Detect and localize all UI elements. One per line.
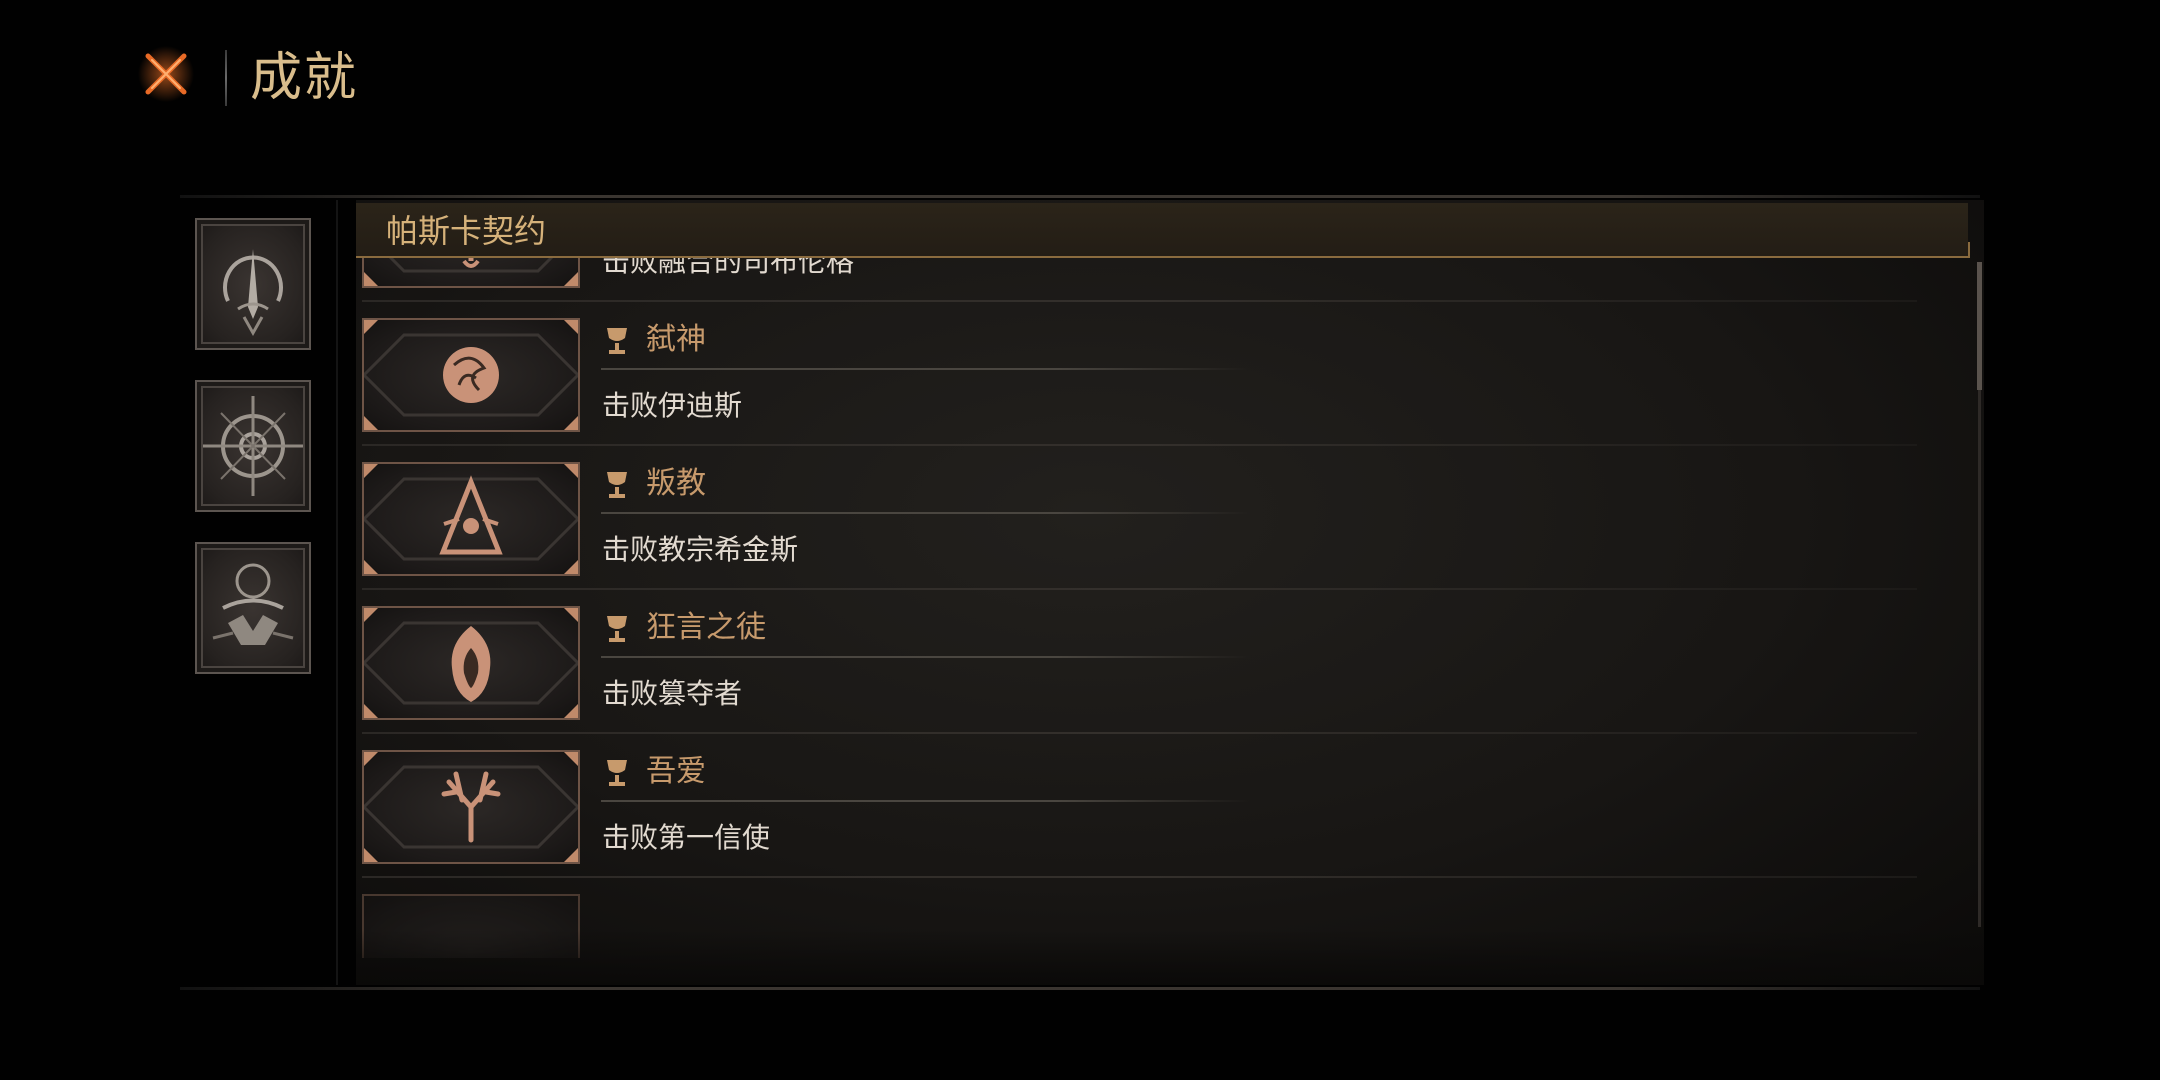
beast-sigil-icon: [212, 563, 294, 645]
trophy-icon: [607, 472, 627, 498]
close-button[interactable]: [136, 44, 196, 104]
trophy-icon: [607, 760, 627, 786]
achievement-desc: 击败伊迪斯: [602, 389, 743, 422]
achievement-badge: [362, 258, 580, 288]
category-tab-2[interactable]: [195, 380, 311, 512]
section-header: 帕斯卡契约: [356, 203, 1968, 258]
achievement-desc: 击败融合的司布伦格: [602, 258, 855, 278]
hooded-figure-icon: [451, 626, 491, 702]
frame-top-line: [180, 195, 1980, 198]
achievement-row[interactable]: 击败融合的司布伦格: [356, 258, 1917, 302]
page-title: 成就: [250, 48, 359, 108]
compass-rune-icon: [203, 396, 303, 496]
title-underline: [601, 656, 1251, 658]
achievement-row[interactable]: 吾爱 击败第一信使: [356, 734, 1917, 878]
category-tab-3[interactable]: [195, 542, 311, 674]
achievement-badge: [362, 462, 580, 576]
antlers-icon: [441, 771, 501, 843]
achievement-title: 狂言之徒: [646, 610, 766, 645]
achievement-title: 弑神: [646, 322, 706, 357]
title-underline: [601, 368, 1251, 370]
achievement-row[interactable]: 叛教 击败教宗希金斯: [356, 446, 1917, 590]
sidebar-separator: [336, 200, 338, 985]
triangle-eye-icon: [439, 475, 503, 555]
antler-skull-icon: [462, 258, 480, 268]
trident-emblem-icon: [223, 249, 283, 337]
achievements-screen: 成就 击败融合的司布伦格 弑神 击败伊迪斯 叛教 击败教宗希金斯 狂言之徒 击败…: [0, 0, 2160, 1080]
scrollbar-thumb[interactable]: [1977, 262, 1982, 390]
achievement-desc: 击败篡夺者: [602, 677, 743, 710]
achievement-title: 吾爱: [646, 754, 706, 789]
category-tab-1[interactable]: [195, 218, 311, 350]
achievement-desc: 击败第一信使: [602, 821, 771, 854]
close-x-icon: [138, 46, 194, 102]
trophy-icon: [607, 328, 627, 354]
achievement-badge: [362, 606, 580, 720]
achievement-title: 叛教: [646, 466, 706, 501]
tangled-orb-icon: [443, 347, 499, 403]
achievement-row[interactable]: 狂言之徒 击败篡夺者: [356, 590, 1917, 734]
achievement-list[interactable]: 击败融合的司布伦格 弑神 击败伊迪斯 叛教 击败教宗希金斯 狂言之徒 击败篡夺者…: [356, 258, 1986, 958]
achievement-badge: [362, 750, 580, 864]
title-underline: [601, 512, 1251, 514]
achievement-badge: [362, 318, 580, 432]
achievement-row[interactable]: 弑神 击败伊迪斯: [356, 302, 1917, 446]
bottom-fade: [356, 930, 1984, 985]
title-underline: [601, 800, 1251, 802]
achievement-desc: 击败教宗希金斯: [602, 533, 799, 566]
frame-bottom-line: [180, 987, 1980, 990]
section-title: 帕斯卡契约: [386, 212, 547, 250]
trophy-icon: [607, 616, 627, 642]
header-divider: [225, 50, 227, 106]
